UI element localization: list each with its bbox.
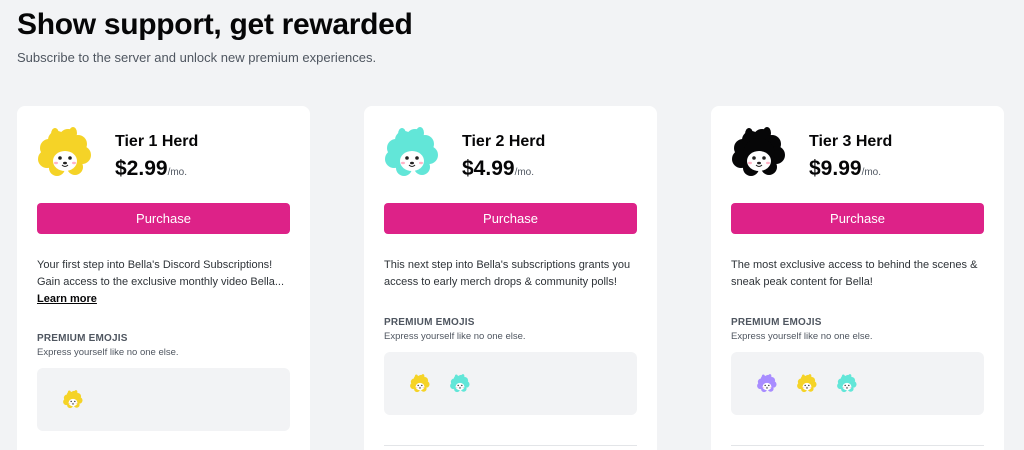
tier-card-3: Tier 3 Herd $9.99/mo. Purchase The most … xyxy=(711,106,1004,450)
emoji-subtitle: Express yourself like no one else. xyxy=(37,347,179,358)
rainbow-alpaca-icon xyxy=(729,124,789,184)
tier-period: /mo. xyxy=(514,167,535,178)
rainbow-alpaca-emoji[interactable] xyxy=(756,373,778,395)
tier-card-2: Tier 2 Herd $4.99/mo. Purchase This next… xyxy=(364,106,657,450)
emoji-list xyxy=(384,352,637,415)
emoji-subtitle: Express yourself like no one else. xyxy=(384,331,526,342)
tier-price: $9.99 xyxy=(809,157,862,180)
divider xyxy=(384,445,637,446)
teal-alpaca-emoji[interactable] xyxy=(836,373,858,395)
page-title: Show support, get rewarded xyxy=(17,8,413,41)
tier-price: $4.99 xyxy=(462,157,515,180)
tier-name: Tier 1 Herd xyxy=(115,133,199,150)
emoji-heading: PREMIUM EMOJIS xyxy=(384,317,475,328)
tier-description: Your first step into Bella's Discord Sub… xyxy=(37,259,285,288)
yellow-alpaca-icon xyxy=(35,124,95,184)
divider xyxy=(731,445,984,446)
learn-more-link[interactable]: Learn more xyxy=(37,291,97,308)
emoji-subtitle: Express yourself like no one else. xyxy=(731,331,873,342)
emoji-list xyxy=(731,352,984,415)
purchase-button[interactable]: Purchase xyxy=(384,203,637,234)
tier-description-block: Your first step into Bella's Discord Sub… xyxy=(37,257,295,308)
tier-description: The most exclusive access to behind the … xyxy=(731,259,978,288)
yellow-alpaca-emoji[interactable] xyxy=(62,389,84,411)
teal-alpaca-emoji[interactable] xyxy=(449,373,471,395)
teal-alpaca-icon xyxy=(382,124,442,184)
tier-price-row: $9.99/mo. xyxy=(809,157,881,181)
tier-description: This next step into Bella's subscription… xyxy=(384,259,631,288)
tier-price-row: $4.99/mo. xyxy=(462,157,534,181)
tier-name: Tier 3 Herd xyxy=(809,133,893,150)
yellow-alpaca-emoji[interactable] xyxy=(409,373,431,395)
tier-price-row: $2.99/mo. xyxy=(115,157,187,181)
emoji-list xyxy=(37,368,290,431)
tier-name: Tier 2 Herd xyxy=(462,133,546,150)
emoji-heading: PREMIUM EMOJIS xyxy=(731,317,822,328)
tier-period: /mo. xyxy=(861,167,882,178)
emoji-heading: PREMIUM EMOJIS xyxy=(37,333,128,344)
purchase-button[interactable]: Purchase xyxy=(37,203,290,234)
yellow-alpaca-emoji[interactable] xyxy=(796,373,818,395)
tier-price: $2.99 xyxy=(115,157,168,180)
page-subtitle: Subscribe to the server and unlock new p… xyxy=(17,50,377,65)
purchase-button[interactable]: Purchase xyxy=(731,203,984,234)
tier-period: /mo. xyxy=(167,167,188,178)
tier-card-1: Tier 1 Herd $2.99/mo. Purchase Your firs… xyxy=(17,106,310,450)
